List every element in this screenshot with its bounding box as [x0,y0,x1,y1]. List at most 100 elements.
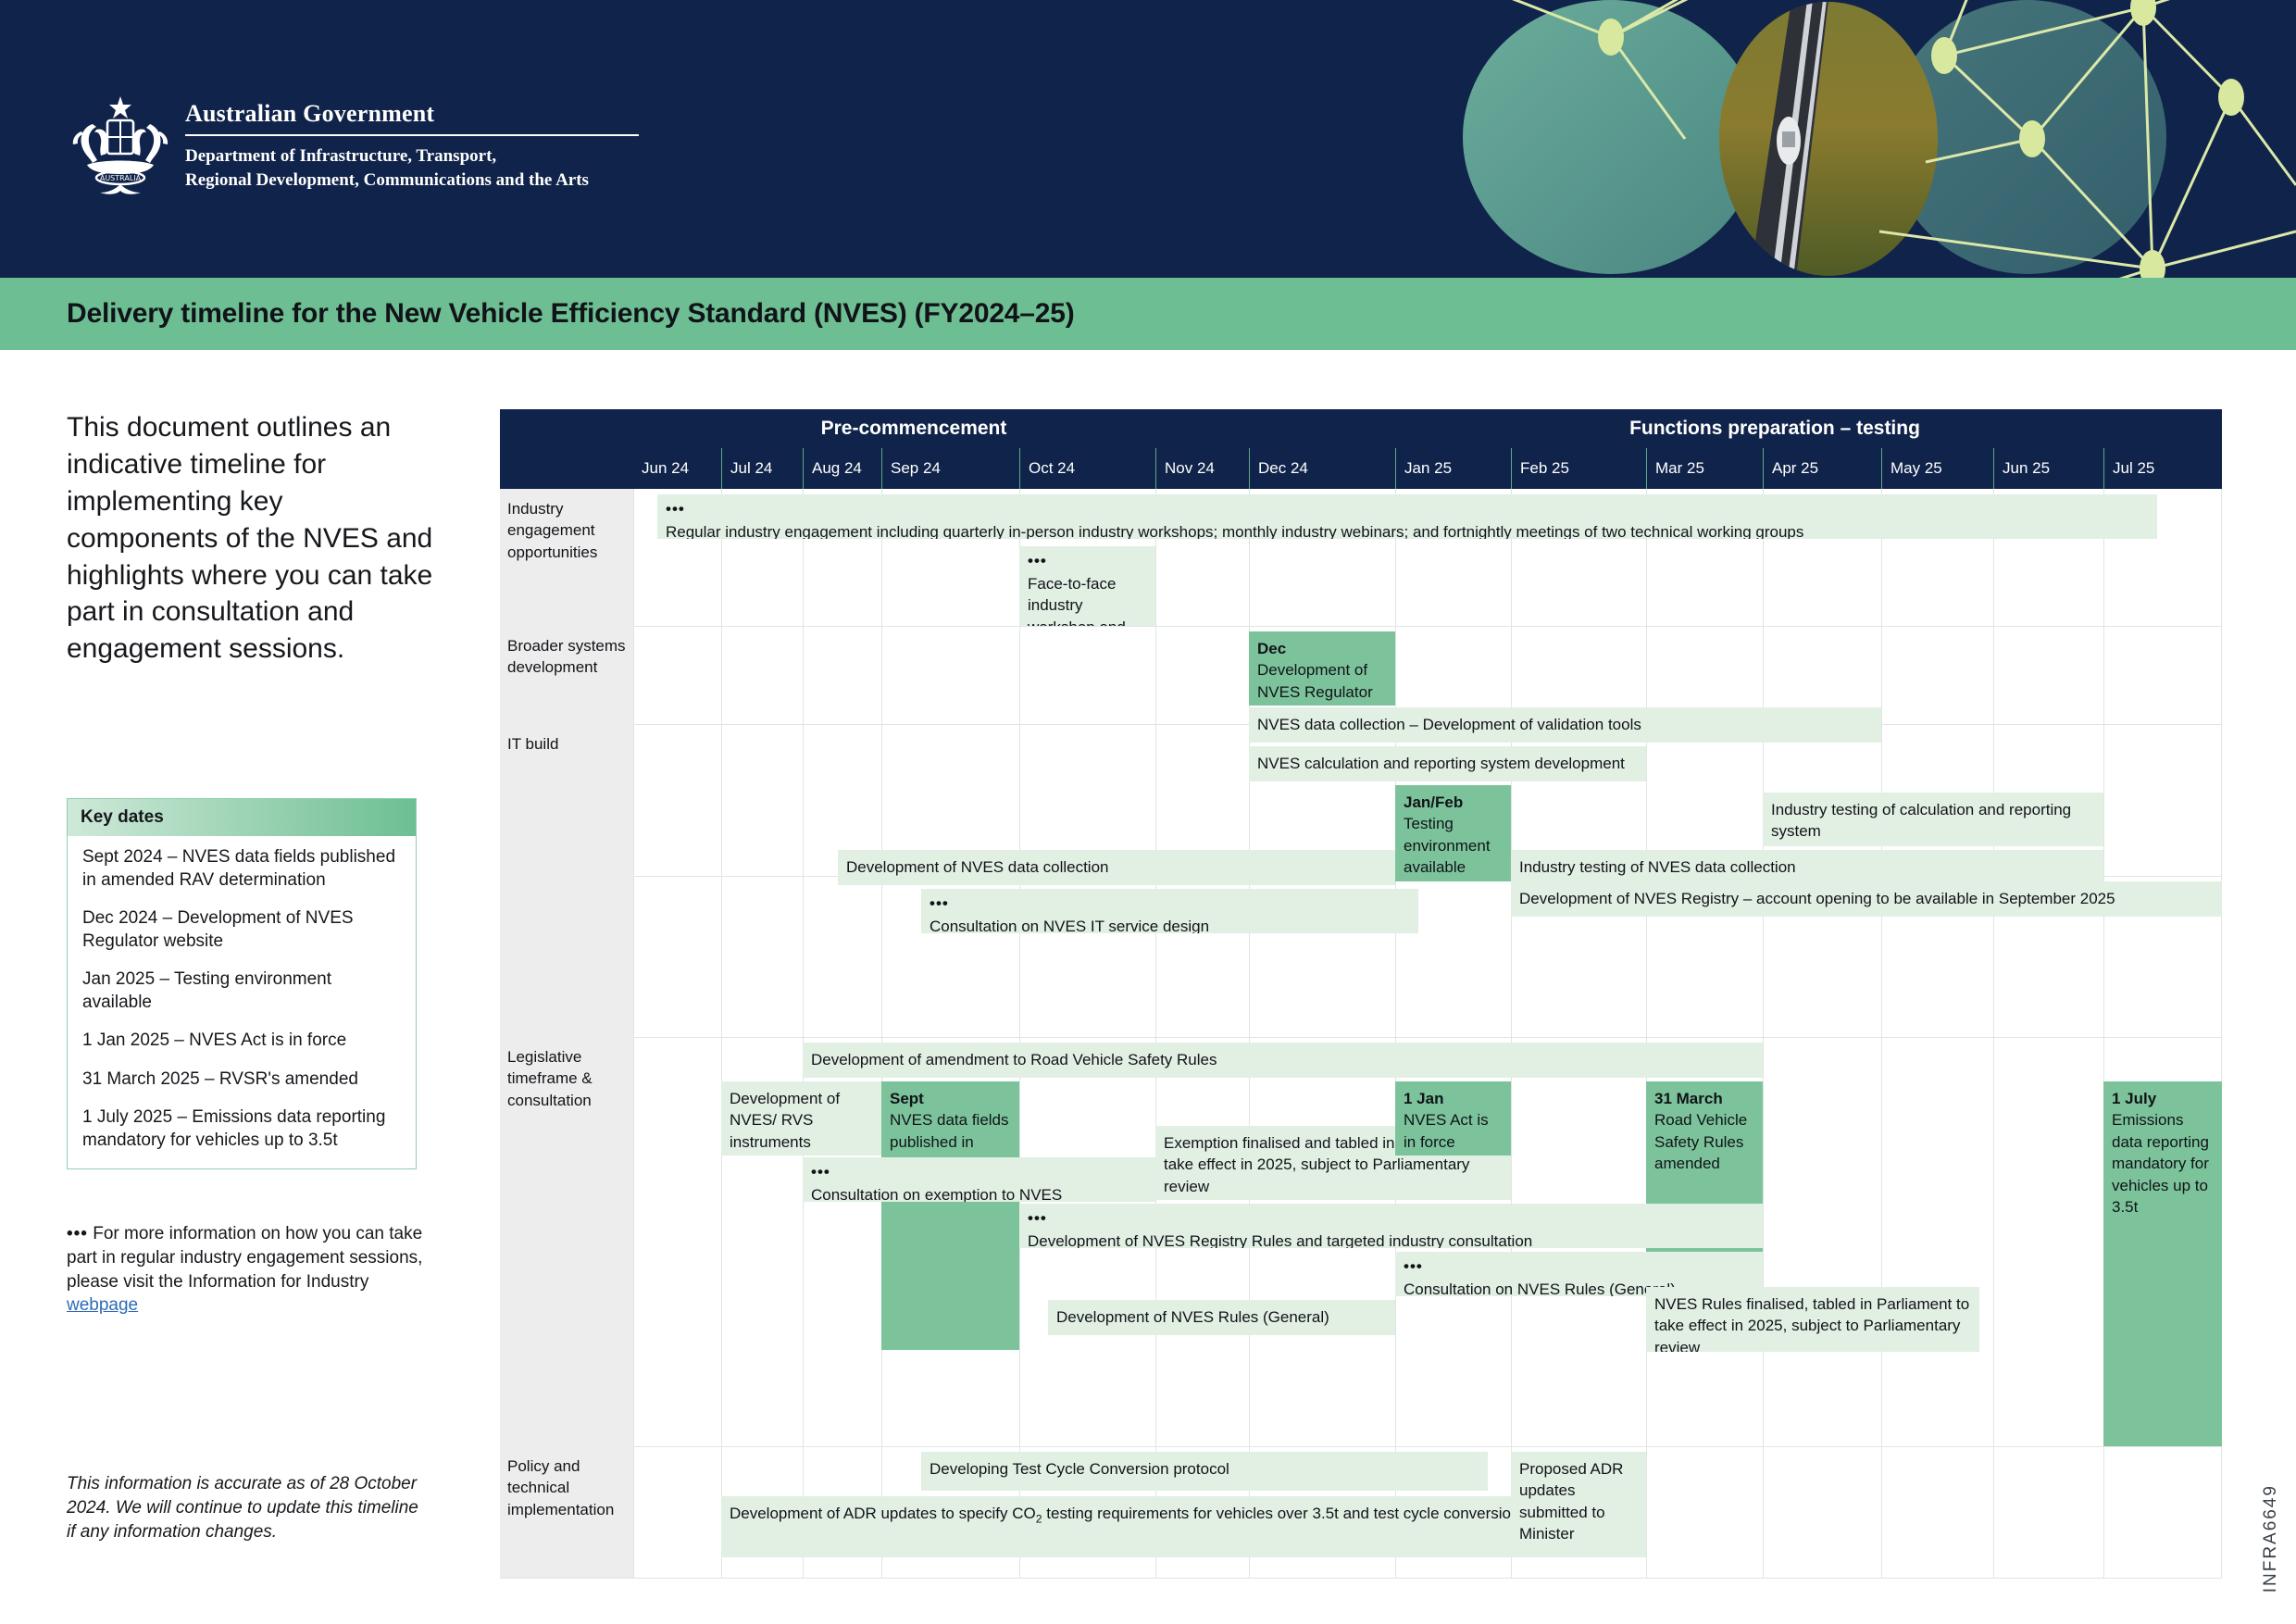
bar-face-to-face-workshop: ••• Face-to-face industry workshop and o… [1019,546,1155,626]
bar-text: Development of amendment to Road Vehicle… [811,1051,1217,1068]
engagement-note-text: For more information on how you can take… [67,1224,423,1292]
bar-development-nves-rvs-instruments: Development of NVES/ RVS instruments (in… [721,1081,881,1156]
month-aug-24: Aug 24 [803,448,881,489]
bar-heading: Sept [890,1090,924,1107]
key-date-item: 31 March 2025 – RVSR's amended [82,1068,358,1089]
government-wordmark: Australian Government Department of Infr… [185,100,639,193]
bar-text: Emissions data reporting mandatory for v… [2112,1111,2209,1217]
engagement-note: ••• For more information on how you can … [67,1222,437,1318]
gridline [1763,489,1764,1578]
bar-text: NVES Rules finalised, tabled in Parliame… [1654,1295,1970,1352]
bar-text: Consultation on NVES Rules (General) [1404,1280,1676,1296]
bar-heading: 1 Jan [1404,1090,1444,1107]
bar-text: Consultation on exemption to NVES [811,1186,1063,1202]
bar-text: Regular industry engagement including qu… [666,523,1804,539]
gridline [633,489,634,1578]
phase-functions-preparation: Functions preparation – testing [1329,409,2222,448]
wordmark-divider [185,134,639,136]
bar-heading: Dec [1257,640,1287,657]
information-for-industry-webpage-link[interactable]: webpage [67,1295,138,1315]
month-jun-25: Jun 25 [1993,448,2103,489]
month-header-row: Jun 24 Jul 24 Aug 24 Sep 24 Oct 24 Nov 2… [500,448,2222,489]
gridline [1646,489,1647,1578]
bar-1-jan-nves-act-in-force: 1 Jan NVES Act is in force [1395,1081,1511,1156]
page-title: Delivery timeline for the New Vehicle Ef… [67,298,1075,329]
bar-text: Development of NVES Registry Rules and t… [1028,1232,1533,1248]
bar-industry-testing-nves-data-collection: Industry testing of NVES data collection [1511,850,2103,885]
row-label-industry-engagement: Industry engagement opportunities [500,489,633,626]
bar-text: Development of ADR updates to specify CO… [730,1505,1580,1526]
svg-text:AUSTRALIA: AUSTRALIA [100,174,142,182]
bar-development-of-nves-registry: Development of NVES Registry – account o… [1511,881,2222,917]
key-date-item: Jan 2025 – Testing environment available [82,969,331,1013]
month-sep-24: Sep 24 [881,448,1019,489]
bar-nves-calculation-reporting-dev: NVES calculation and reporting system de… [1249,746,1646,781]
consultation-dots-icon: ••• [666,500,685,518]
row-label-policy-technical: Policy and technical implementation [500,1446,633,1578]
bar-consultation-exemption-to-nves: ••• Consultation on exemption to NVES [803,1157,1155,1202]
bar-development-nves-rules-general: Development of NVES Rules (General) [1048,1300,1395,1335]
bar-developing-test-cycle-conversion-protocol: Developing Test Cycle Conversion protoco… [921,1452,1488,1491]
month-dec-24: Dec 24 [1249,448,1395,489]
month-jul-24: Jul 24 [721,448,803,489]
key-date-item: Dec 2024 – Development of NVES Regulator… [82,908,354,952]
month-may-25: May 25 [1881,448,1993,489]
accuracy-note: This information is accurate as of 28 Oc… [67,1474,418,1542]
publication-code: INFRA6649 [2261,1483,2280,1593]
section-divider [500,1446,2222,1447]
intro-paragraph: This document outlines an indicative tim… [67,412,433,665]
month-nov-24: Nov 24 [1155,448,1249,489]
bar-text: Development of NVES data collection [846,858,1109,876]
key-date-item: Sept 2024 – NVES data fields published i… [82,847,396,891]
government-name: Australian Government [185,100,435,127]
bar-sept-nves-data-fields-published: Sept NVES data fields published in amend… [881,1081,1019,1350]
timeline-grid: Industry engagement opportunities Broade… [500,489,2222,1579]
row-label-it-build: IT build [500,724,633,1037]
bar-text: Industry testing of calculation and repo… [1771,801,2072,841]
key-date-item: 1 July 2025 – Emissions data reporting m… [82,1106,386,1150]
gridline [721,489,722,1578]
bar-31-march-rvsr-amended: 31 March Road Vehicle Safety Rules amend… [1646,1081,1763,1280]
month-apr-25: Apr 25 [1763,448,1881,489]
bar-text: Road Vehicle Safety Rules amended [1654,1111,1748,1173]
delivery-timeline-chart: Pre-commencement Functions preparation –… [500,409,2222,1579]
bar-text: Testing environment available [1404,815,1491,877]
consultation-dots-icon: ••• [1028,1209,1047,1227]
bar-regular-industry-engagement: ••• Regular industry engagement includin… [657,494,2157,539]
phase-header-row: Pre-commencement Functions preparation –… [500,409,2222,448]
month-feb-25: Feb 25 [1511,448,1646,489]
bar-text: Development of NVES Registry – account o… [1519,890,2115,907]
section-divider [500,1037,2222,1038]
gridline [803,489,804,1578]
bar-development-amendment-road-vehicle-safety-rules: Development of amendment to Road Vehicle… [803,1043,1763,1078]
page-title-bar: Delivery timeline for the New Vehicle Ef… [0,278,2296,350]
department-name: Department of Infrastructure, Transport,… [185,145,589,190]
gridline [1511,489,1512,1578]
bar-text: Development of NVES Rules (General) [1056,1308,1329,1326]
phase-pre-commencement: Pre-commencement [500,409,1329,448]
bar-text: Proposed ADR updates submitted to Minist… [1519,1460,1624,1543]
gridline [1019,489,1020,1578]
gridline [1155,489,1156,1578]
consultation-dots-icon: ••• [811,1163,830,1181]
consultation-dots-icon: ••• [930,894,949,912]
bar-text: Consultation on NVES IT service design [930,918,1210,933]
month-mar-25: Mar 25 [1646,448,1763,489]
key-dates-panel: Key dates Sept 2024 – NVES data fields p… [67,798,417,1169]
consultation-dots-icon: ••• [1404,1257,1423,1275]
bar-nves-data-collection-validation-tools: NVES data collection – Development of va… [1249,707,1881,743]
gridline [1881,489,1882,1578]
page-banner: AUSTRALIA Australian Government Departme… [0,0,2296,278]
month-jan-25: Jan 25 [1395,448,1511,489]
bar-heading: Jan/Feb [1404,793,1464,811]
bar-development-nves-registry-rules: ••• Development of NVES Registry Rules a… [1019,1204,1763,1248]
bar-testing-environment-available: Jan/Feb Testing environment available [1395,785,1511,881]
key-date-item: 1 Jan 2025 – NVES Act is in force [82,1031,347,1051]
section-divider [500,626,2222,627]
bar-text: NVES data collection – Development of va… [1257,716,1641,733]
gridline [1395,489,1396,1578]
bar-text: NVES Act is in force [1404,1111,1489,1151]
consultation-dots-icon: ••• [67,1224,88,1243]
month-jul-25: Jul 25 [2103,448,2222,489]
section-divider [500,1578,2222,1579]
